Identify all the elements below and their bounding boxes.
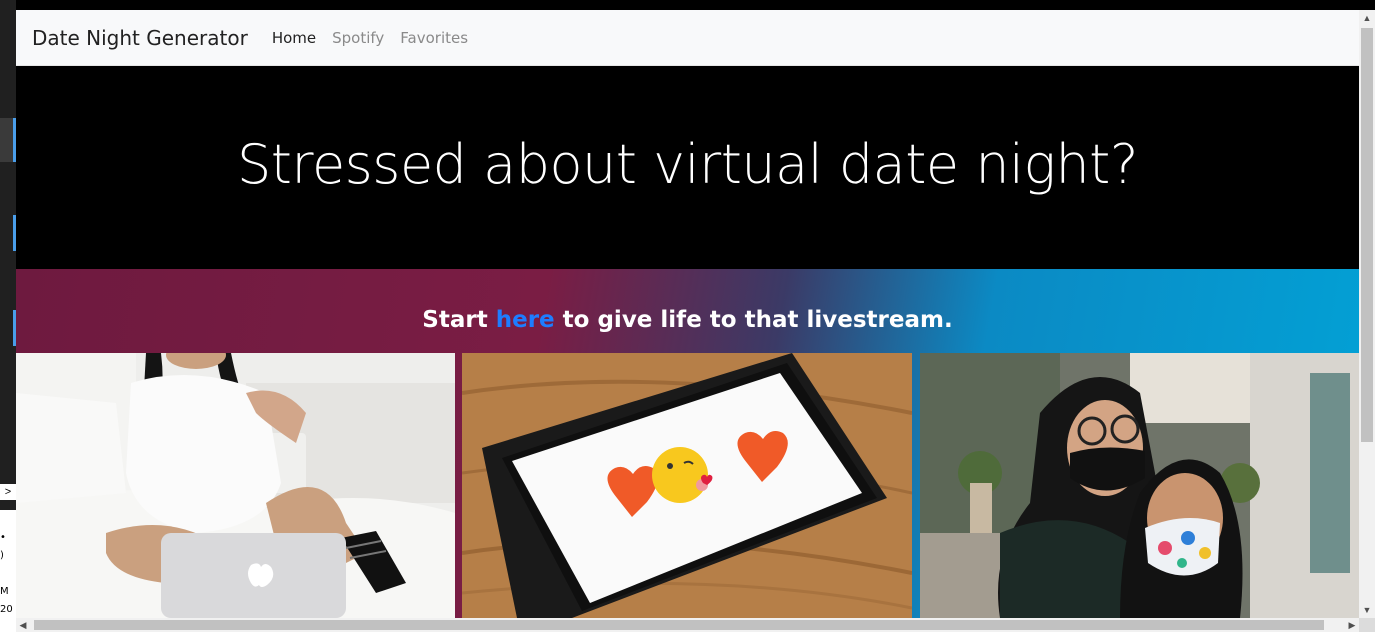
horizontal-scrollbar[interactable]: ◀ ▶	[16, 618, 1359, 632]
horizontal-scroll-thumb[interactable]	[34, 620, 1324, 630]
scroll-down-icon[interactable]: ▼	[1359, 602, 1375, 618]
couple-wearing-masks-photo[interactable]	[920, 353, 1359, 618]
show-hidden-icons-chevron-icon[interactable]: >	[0, 484, 16, 500]
os-taskbar: > • ) M 20	[0, 0, 16, 632]
scrollbar-corner	[1359, 618, 1375, 632]
vertical-scroll-thumb[interactable]	[1361, 28, 1373, 442]
navbar-brand[interactable]: Date Night Generator	[32, 26, 248, 50]
couple-wearing-masks-illustration	[920, 353, 1359, 618]
phone-with-heart-emojis-photo[interactable]	[462, 353, 912, 618]
vertical-scrollbar[interactable]: ▲ ▼	[1359, 10, 1375, 618]
nav-link-favorites[interactable]: Favorites	[400, 29, 468, 47]
scroll-right-icon[interactable]: ▶	[1345, 618, 1359, 632]
nav-link-home[interactable]: Home	[272, 29, 316, 47]
cta-text: Start here to give life to that livestre…	[16, 307, 1359, 333]
scroll-left-icon[interactable]: ◀	[16, 618, 30, 632]
date-text: 20	[0, 604, 13, 615]
system-tray: • ) M 20	[0, 510, 16, 632]
phone-with-heart-emojis-illustration	[462, 353, 912, 618]
cta-text-before: Start	[422, 307, 496, 333]
nav-link-spotify[interactable]: Spotify	[332, 29, 384, 47]
woman-with-laptop-illustration	[16, 353, 455, 618]
hero-heading: Stressed about virtual date night?	[236, 133, 1139, 196]
cta-here-link[interactable]: here	[496, 307, 555, 333]
navbar: Date Night Generator Home Spotify Favori…	[16, 10, 1359, 66]
volume-icon[interactable]: )	[0, 550, 4, 561]
woman-with-laptop-photo[interactable]	[16, 353, 455, 618]
hero-banner: Stressed about virtual date night?	[16, 66, 1359, 269]
clock-text: M	[0, 586, 9, 597]
tray-dot-icon: •	[0, 532, 6, 543]
scroll-up-icon[interactable]: ▲	[1359, 10, 1375, 26]
page-viewport: Date Night Generator Home Spotify Favori…	[16, 10, 1359, 618]
cta-text-after: to give life to that livestream.	[554, 307, 953, 333]
